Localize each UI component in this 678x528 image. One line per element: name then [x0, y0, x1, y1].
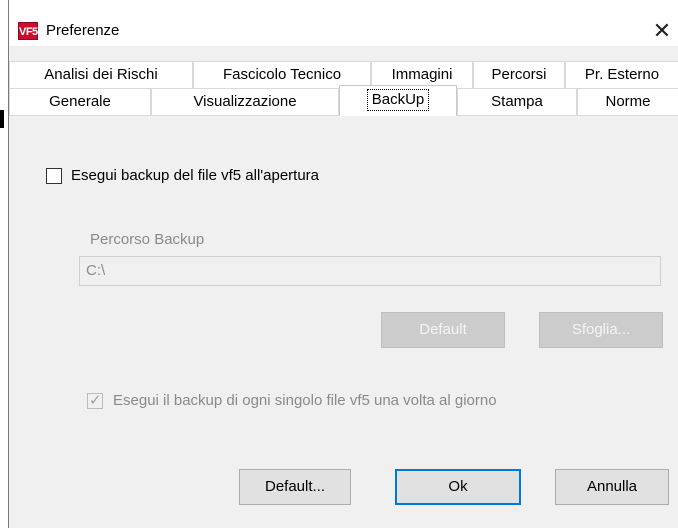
title-bar: VF5 Preferenze ✕	[9, 0, 678, 46]
backup-panel: Esegui backup del file vf5 all'apertura …	[9, 115, 678, 460]
tab-stampa[interactable]: Stampa	[457, 88, 577, 115]
ok-button[interactable]: Ok	[395, 469, 521, 505]
close-icon[interactable]: ✕	[647, 16, 677, 46]
path-default-button[interactable]: Default	[381, 312, 505, 348]
default-button[interactable]: Default...	[239, 469, 351, 505]
daily-backup-checkbox[interactable]: ✓	[87, 392, 103, 409]
window-title: Preferenze	[46, 22, 120, 39]
tab-pr-esterno[interactable]: Pr. Esterno	[565, 61, 678, 88]
browse-button[interactable]: Sfoglia...	[539, 312, 663, 348]
tab-norme[interactable]: Norme	[577, 88, 678, 115]
window-edge-marker	[0, 110, 4, 128]
cancel-button[interactable]: Annulla	[555, 469, 669, 505]
tab-analisi-dei-rischi[interactable]: Analisi dei Rischi	[9, 61, 193, 88]
tab-fascicolo-tecnico[interactable]: Fascicolo Tecnico	[193, 61, 371, 88]
tab-row-back: Analisi dei Rischi Fascicolo Tecnico Imm…	[9, 61, 678, 88]
daily-backup-label: Esegui il backup di ogni singolo file vf…	[113, 392, 497, 409]
tab-generale[interactable]: Generale	[9, 88, 151, 115]
app-logo-icon: VF5	[18, 22, 38, 40]
tab-immagini[interactable]: Immagini	[371, 61, 473, 88]
backup-path-input[interactable]: C:\	[79, 256, 661, 286]
preferences-dialog: VF5 Preferenze ✕ Analisi dei Rischi Fasc…	[8, 0, 678, 528]
checkmark-icon: ✓	[89, 392, 102, 409]
tab-backup-label: BackUp	[366, 89, 430, 111]
tab-row-front: Generale Visualizzazione BackUp Stampa N…	[9, 85, 678, 116]
tab-percorsi[interactable]: Percorsi	[473, 61, 565, 88]
tab-backup[interactable]: BackUp	[339, 85, 457, 116]
backup-path-label: Percorso Backup	[90, 231, 205, 248]
backup-on-open-checkbox[interactable]	[46, 168, 62, 184]
backup-on-open-label: Esegui backup del file vf5 all'apertura	[71, 167, 320, 184]
tab-visualizzazione[interactable]: Visualizzazione	[151, 88, 339, 115]
